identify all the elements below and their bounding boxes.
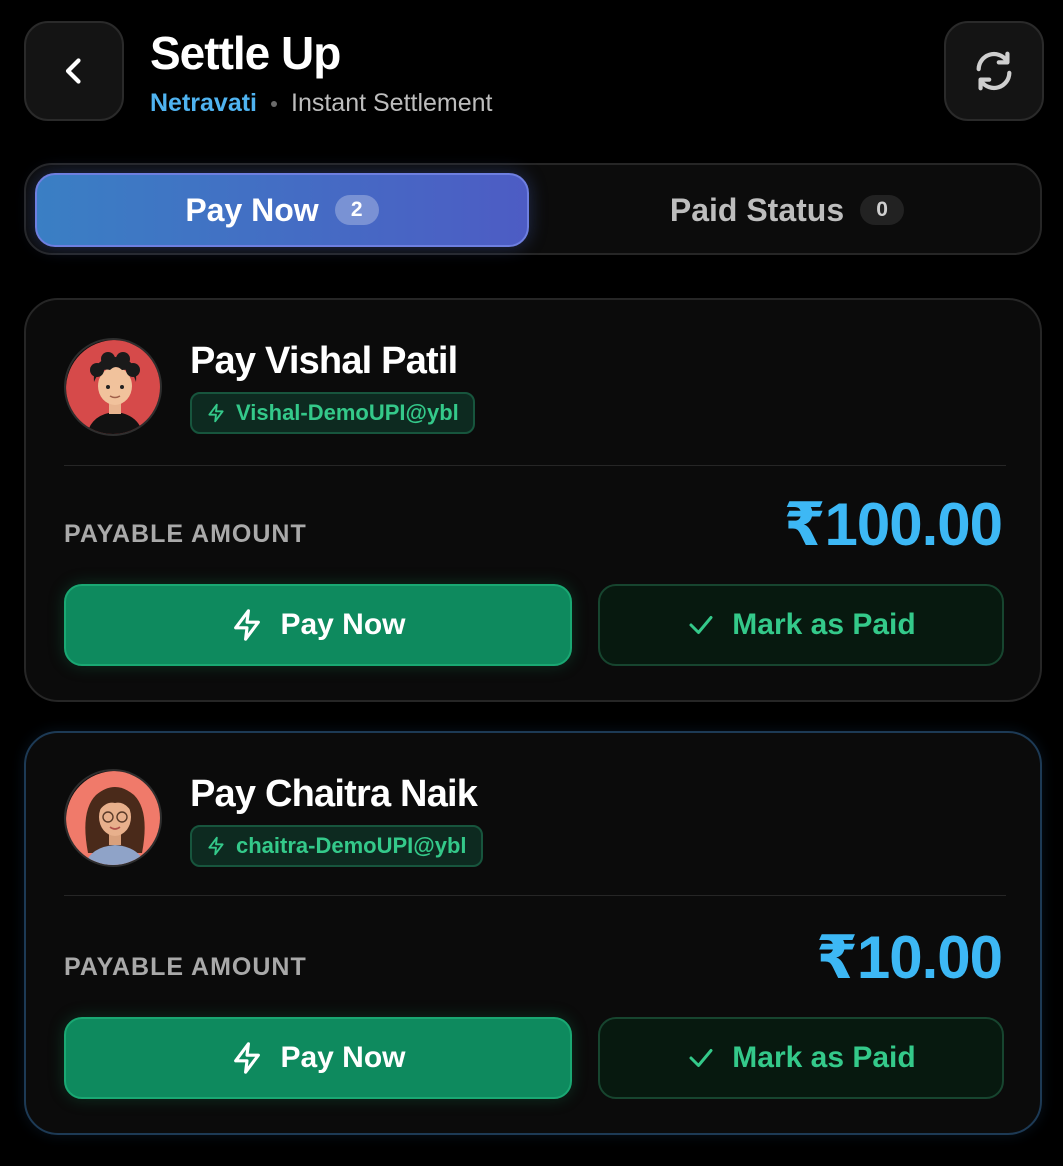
- group-name: Netravati: [150, 89, 257, 117]
- button-label: Mark as Paid: [732, 1041, 916, 1074]
- mark-as-paid-button[interactable]: Mark as Paid: [598, 1017, 1004, 1099]
- page-subtitle: Netravati Instant Settlement: [150, 89, 493, 118]
- upi-id-chip: Vishal-DemoUPI@ybl: [190, 392, 475, 434]
- page-title: Settle Up: [150, 27, 341, 79]
- checkmark-icon: [689, 1049, 713, 1067]
- settlement-type: Instant Settlement: [291, 89, 493, 117]
- lightning-icon: [208, 403, 224, 423]
- tab-label: Paid Status: [669, 191, 845, 228]
- divider: [64, 895, 1006, 896]
- divider: [64, 465, 1006, 466]
- pay-now-button[interactable]: Pay Now: [64, 1017, 572, 1099]
- button-label: Pay Now: [280, 608, 406, 641]
- tab-label: Pay Now: [185, 191, 319, 228]
- chevron-left-icon: [65, 58, 81, 84]
- tab-paid-status[interactable]: Paid Status 0: [540, 173, 1034, 247]
- amount-label: PAYABLE AMOUNT: [64, 953, 307, 981]
- payment-card: Pay Vishal Patil Vishal-DemoUPI@ybl PAYA…: [24, 298, 1042, 702]
- refresh-icon: [976, 51, 1012, 91]
- lightning-icon: [234, 609, 261, 641]
- upi-id-chip: chaitra-DemoUPI@ybl: [190, 825, 483, 867]
- avatar-illustration-icon: [66, 340, 160, 434]
- tab-pay-now[interactable]: Pay Now 2: [35, 173, 529, 247]
- back-button[interactable]: [24, 21, 124, 121]
- upi-id: Vishal-DemoUPI@ybl: [236, 400, 459, 425]
- avatar: [64, 338, 162, 436]
- payable-amount: ₹10.00: [816, 924, 1003, 991]
- amount-label: PAYABLE AMOUNT: [64, 520, 307, 548]
- button-label: Pay Now: [280, 1041, 406, 1074]
- count-badge: 0: [860, 195, 905, 225]
- payable-amount: ₹100.00: [783, 491, 1003, 558]
- lightning-icon: [208, 836, 224, 856]
- refresh-button[interactable]: [944, 21, 1044, 121]
- avatar: [64, 769, 162, 867]
- upi-id: chaitra-DemoUPI@ybl: [236, 833, 467, 858]
- mark-as-paid-button[interactable]: Mark as Paid: [598, 584, 1004, 666]
- pay-now-button[interactable]: Pay Now: [64, 584, 572, 666]
- separator-dot: [271, 100, 277, 107]
- payment-card: Pay Chaitra Naik chaitra-DemoUPI@ybl PAY…: [24, 731, 1042, 1135]
- settle-up-screen: Settle Up Netravati Instant Settlement P…: [0, 0, 1063, 1166]
- lightning-icon: [234, 1042, 261, 1074]
- avatar-illustration-icon: [66, 771, 160, 865]
- payee-name: Pay Chaitra Naik: [190, 773, 478, 815]
- button-label: Mark as Paid: [732, 608, 916, 641]
- tab-bar: Pay Now 2 Paid Status 0: [24, 163, 1042, 255]
- payee-name: Pay Vishal Patil: [190, 340, 458, 382]
- checkmark-icon: [689, 616, 713, 634]
- count-badge: 2: [334, 195, 379, 225]
